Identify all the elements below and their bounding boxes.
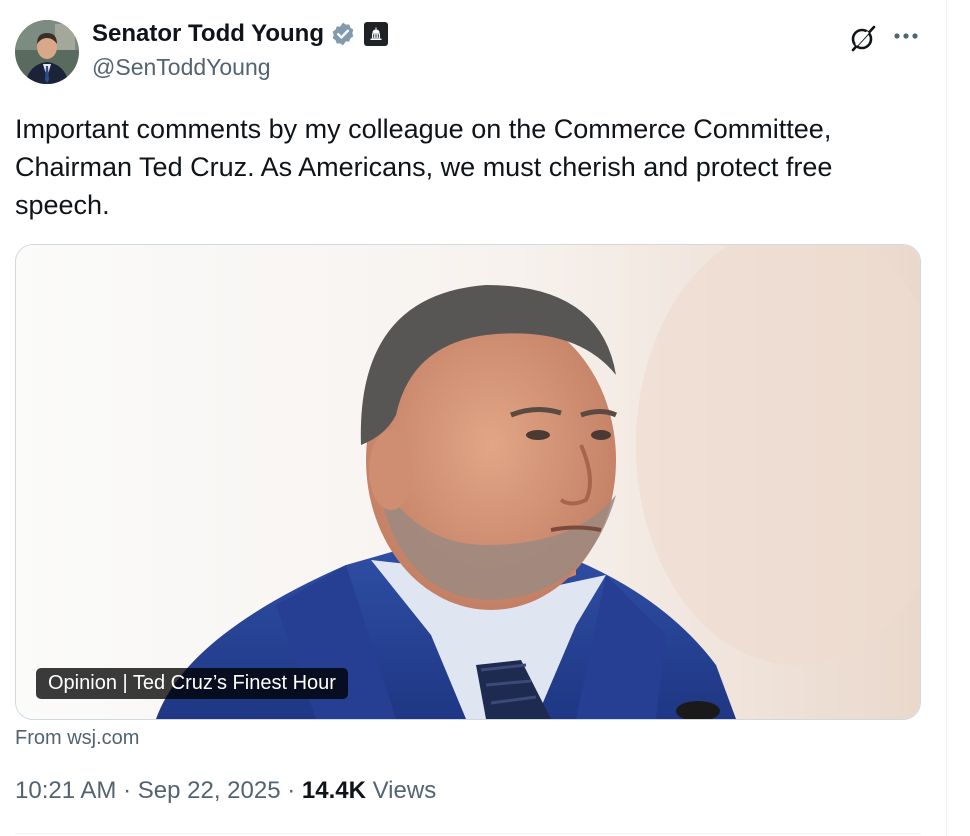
column-divider <box>946 0 947 836</box>
card-title: Opinion | Ted Cruz’s Finest Hour <box>36 668 348 699</box>
capitol-building-icon[interactable] <box>363 22 388 46</box>
tweet-time: 10:21 AM <box>15 777 117 804</box>
article-photo <box>16 245 920 719</box>
grok-icon[interactable] <box>847 22 879 54</box>
tweet-date: Sep 22, 2025 <box>137 777 281 804</box>
bottom-divider <box>15 833 921 834</box>
meta-separator: · <box>123 777 132 804</box>
tweet-text: Important comments by my colleague on th… <box>15 114 833 220</box>
avatar[interactable] <box>15 20 79 84</box>
card-source-link[interactable]: From wsj.com <box>15 727 139 750</box>
views-count: 14.4K <box>301 777 366 804</box>
author-handle[interactable]: @SenToddYoung <box>92 54 271 81</box>
views-label: Views <box>372 777 437 804</box>
meta-separator-2: · <box>287 777 296 804</box>
author-name-row: Senator Todd Young <box>92 20 388 48</box>
author-name[interactable]: Senator Todd Young <box>92 20 324 48</box>
tweet-timestamp[interactable]: 10:21 AM · Sep 22, 2025 <box>15 777 281 804</box>
tweet-meta: 10:21 AM · Sep 22, 2025 · 14.4K Views <box>15 777 436 805</box>
avatar-image <box>15 20 79 84</box>
link-card[interactable]: Opinion | Ted Cruz’s Finest Hour <box>15 244 921 720</box>
verified-badge-icon[interactable] <box>330 21 356 47</box>
more-dots-icon[interactable] <box>891 22 923 50</box>
